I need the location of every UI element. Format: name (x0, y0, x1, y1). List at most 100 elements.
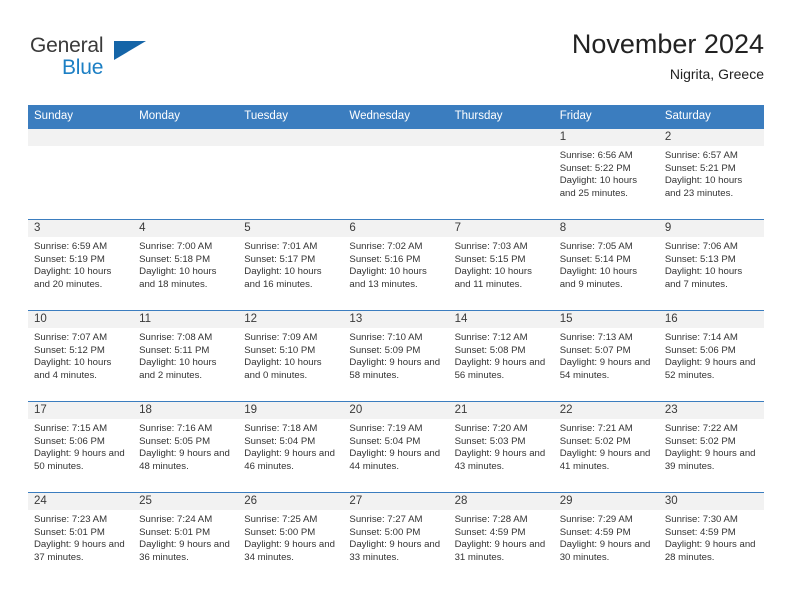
daylight-text: Daylight: 9 hours and 56 minutes. (454, 357, 546, 381)
day-number: 11 (133, 311, 239, 328)
day-details: Sunrise: 7:03 AM Sunset: 5:15 PM Daylight:… (449, 237, 554, 291)
calendar-day-cell[interactable]: 24 Sunrise: 7:23 AM Sunset: 5:01 PM Dayligh… (28, 492, 134, 583)
day-details: Sunrise: 7:13 AM Sunset: 5:07 PM Daylight:… (554, 328, 659, 382)
calendar-day-cell[interactable]: 19 Sunrise: 7:18 AM Sunset: 5:04 PM Dayligh… (238, 401, 344, 493)
calendar-day-cell[interactable]: 20 Sunrise: 7:19 AM Sunset: 5:04 PM Dayligh… (343, 401, 449, 493)
day-details: Sunrise: 6:57 AM Sunset: 5:21 PM Daylight:… (659, 146, 764, 200)
calendar-cell-inner: 19 Sunrise: 7:18 AM Sunset: 5:04 PM Dayligh… (238, 402, 344, 492)
day-details: Sunrise: 7:10 AM Sunset: 5:09 PM Daylight:… (343, 328, 448, 382)
calendar-day-cell[interactable]: 16 Sunrise: 7:14 AM Sunset: 5:06 PM Dayligh… (658, 310, 764, 402)
calendar-day-cell[interactable]: 7 Sunrise: 7:03 AM Sunset: 5:15 PM Daylight… (448, 219, 554, 311)
sunrise-text: Sunrise: 7:30 AM (664, 514, 738, 525)
day-number: 25 (133, 493, 239, 510)
day-number: 21 (448, 402, 554, 419)
sunset-text: Sunset: 5:17 PM (244, 253, 316, 265)
daylight-text: Daylight: 9 hours and 30 minutes. (559, 539, 651, 563)
day-number: 15 (553, 311, 659, 328)
brand-logo[interactable]: General Blue (30, 34, 210, 90)
calendar-cell-inner (28, 129, 134, 219)
daylight-text: Daylight: 10 hours and 13 minutes. (349, 266, 427, 290)
day-number (343, 129, 449, 146)
weekday-header-sunday: Sunday (28, 105, 134, 129)
calendar-day-cell[interactable]: 8 Sunrise: 7:05 AM Sunset: 5:14 PM Daylight… (553, 219, 659, 311)
sunset-text: Sunset: 5:12 PM (34, 344, 105, 356)
sunrise-text: Sunrise: 7:16 AM (139, 423, 213, 434)
calendar-day-cell[interactable]: 14 Sunrise: 7:12 AM Sunset: 5:08 PM Dayligh… (448, 310, 554, 402)
day-details: Sunrise: 7:15 AM Sunset: 5:06 PM Daylight:… (28, 419, 133, 473)
sunrise-text: Sunrise: 7:00 AM (139, 241, 213, 252)
day-details: Sunrise: 7:19 AM Sunset: 5:04 PM Daylight:… (343, 419, 448, 473)
calendar-day-cell[interactable]: 17 Sunrise: 7:15 AM Sunset: 5:06 PM Dayligh… (28, 401, 134, 493)
calendar-day-cell[interactable]: 12 Sunrise: 7:09 AM Sunset: 5:10 PM Dayligh… (238, 310, 344, 402)
calendar-cell-empty (238, 128, 344, 220)
day-details: Sunrise: 7:16 AM Sunset: 5:05 PM Daylight:… (133, 419, 238, 473)
calendar-body: 1 Sunrise: 6:56 AM Sunset: 5:22 PM Daylight… (28, 128, 764, 583)
day-number: 4 (133, 220, 239, 237)
weekday-header-wednesday: Wednesday (343, 105, 449, 129)
blue-triangle-icon (114, 41, 146, 60)
day-number: 9 (658, 220, 764, 237)
calendar-day-cell[interactable]: 22 Sunrise: 7:21 AM Sunset: 5:02 PM Dayligh… (553, 401, 659, 493)
calendar-day-cell[interactable]: 10 Sunrise: 7:07 AM Sunset: 5:12 PM Dayligh… (28, 310, 134, 402)
calendar-cell-inner: 18 Sunrise: 7:16 AM Sunset: 5:05 PM Dayligh… (133, 402, 239, 492)
calendar-cell-empty (343, 128, 449, 220)
daylight-text: Daylight: 9 hours and 46 minutes. (244, 448, 335, 472)
calendar-day-cell[interactable]: 18 Sunrise: 7:16 AM Sunset: 5:05 PM Dayligh… (133, 401, 239, 493)
sunrise-text: Sunrise: 7:02 AM (349, 241, 423, 252)
day-number: 23 (658, 402, 764, 419)
calendar-cell-inner: 12 Sunrise: 7:09 AM Sunset: 5:10 PM Dayligh… (238, 311, 344, 401)
sunrise-text: Sunrise: 7:29 AM (559, 514, 633, 525)
weekday-header-tuesday: Tuesday (238, 105, 344, 129)
daylight-text: Daylight: 9 hours and 52 minutes. (664, 357, 756, 381)
calendar-day-cell[interactable]: 27 Sunrise: 7:27 AM Sunset: 5:00 PM Dayligh… (343, 492, 449, 583)
daylight-text: Daylight: 9 hours and 34 minutes. (244, 539, 335, 563)
sunrise-text: Sunrise: 7:27 AM (349, 514, 423, 525)
daylight-text: Daylight: 9 hours and 31 minutes. (454, 539, 546, 563)
calendar-day-cell[interactable]: 21 Sunrise: 7:20 AM Sunset: 5:03 PM Dayligh… (448, 401, 554, 493)
daylight-text: Daylight: 9 hours and 28 minutes. (664, 539, 756, 563)
calendar-day-cell[interactable]: 25 Sunrise: 7:24 AM Sunset: 5:01 PM Dayligh… (133, 492, 239, 583)
calendar-day-cell[interactable]: 11 Sunrise: 7:08 AM Sunset: 5:11 PM Dayligh… (133, 310, 239, 402)
day-number: 5 (238, 220, 344, 237)
sunset-text: Sunset: 5:06 PM (664, 344, 736, 356)
daylight-text: Daylight: 10 hours and 18 minutes. (139, 266, 217, 290)
calendar-cell-inner (133, 129, 239, 219)
calendar-day-cell[interactable]: 3 Sunrise: 6:59 AM Sunset: 5:19 PM Daylight… (28, 219, 134, 311)
day-details: Sunrise: 7:30 AM Sunset: 4:59 PM Daylight:… (659, 510, 764, 564)
calendar-day-cell[interactable]: 2 Sunrise: 6:57 AM Sunset: 5:21 PM Daylight… (658, 128, 764, 220)
calendar-day-cell[interactable]: 6 Sunrise: 7:02 AM Sunset: 5:16 PM Daylight… (343, 219, 449, 311)
calendar-cell-inner: 8 Sunrise: 7:05 AM Sunset: 5:14 PM Daylight… (553, 220, 659, 310)
calendar-day-cell[interactable]: 29 Sunrise: 7:29 AM Sunset: 4:59 PM Dayligh… (553, 492, 659, 583)
calendar-week-row: 24 Sunrise: 7:23 AM Sunset: 5:01 PM Dayligh… (28, 492, 764, 583)
page-title: November 2024 (571, 29, 764, 59)
sunrise-text: Sunrise: 7:03 AM (454, 241, 528, 252)
sunset-text: Sunset: 5:19 PM (34, 253, 105, 265)
calendar-day-cell[interactable]: 15 Sunrise: 7:13 AM Sunset: 5:07 PM Dayligh… (553, 310, 659, 402)
calendar-cell-inner: 16 Sunrise: 7:14 AM Sunset: 5:06 PM Dayligh… (658, 311, 764, 401)
sunset-text: Sunset: 5:06 PM (34, 435, 105, 447)
day-number: 10 (28, 311, 134, 328)
daylight-text: Daylight: 10 hours and 25 minutes. (559, 175, 638, 199)
calendar-day-cell[interactable]: 1 Sunrise: 6:56 AM Sunset: 5:22 PM Daylight… (553, 128, 659, 220)
calendar-cell-inner: 27 Sunrise: 7:27 AM Sunset: 5:00 PM Dayligh… (343, 493, 449, 583)
calendar-day-cell[interactable]: 28 Sunrise: 7:28 AM Sunset: 4:59 PM Dayligh… (448, 492, 554, 583)
day-number: 27 (343, 493, 449, 510)
calendar-day-cell[interactable]: 5 Sunrise: 7:01 AM Sunset: 5:17 PM Daylight… (238, 219, 344, 311)
sunrise-text: Sunrise: 7:20 AM (454, 423, 528, 434)
calendar-day-cell[interactable]: 9 Sunrise: 7:06 AM Sunset: 5:13 PM Daylight… (658, 219, 764, 311)
day-details: Sunrise: 7:09 AM Sunset: 5:10 PM Daylight:… (238, 328, 343, 382)
day-number: 1 (553, 129, 659, 146)
sunset-text: Sunset: 5:14 PM (559, 253, 631, 265)
calendar-cell-inner: 30 Sunrise: 7:30 AM Sunset: 4:59 PM Dayligh… (658, 493, 764, 583)
calendar-day-cell[interactable]: 13 Sunrise: 7:10 AM Sunset: 5:09 PM Dayligh… (343, 310, 449, 402)
calendar-day-cell[interactable]: 4 Sunrise: 7:00 AM Sunset: 5:18 PM Daylight… (133, 219, 239, 311)
daylight-text: Daylight: 10 hours and 11 minutes. (454, 266, 532, 290)
calendar-day-cell[interactable]: 30 Sunrise: 7:30 AM Sunset: 4:59 PM Dayligh… (658, 492, 764, 583)
day-number: 30 (658, 493, 764, 510)
sunset-text: Sunset: 5:22 PM (559, 162, 631, 174)
calendar-day-cell[interactable]: 26 Sunrise: 7:25 AM Sunset: 5:00 PM Dayligh… (238, 492, 344, 583)
day-number: 26 (238, 493, 344, 510)
day-details: Sunrise: 7:12 AM Sunset: 5:08 PM Daylight:… (449, 328, 554, 382)
calendar-day-cell[interactable]: 23 Sunrise: 7:22 AM Sunset: 5:02 PM Dayligh… (658, 401, 764, 493)
calendar-cell-inner: 9 Sunrise: 7:06 AM Sunset: 5:13 PM Daylight… (658, 220, 764, 310)
